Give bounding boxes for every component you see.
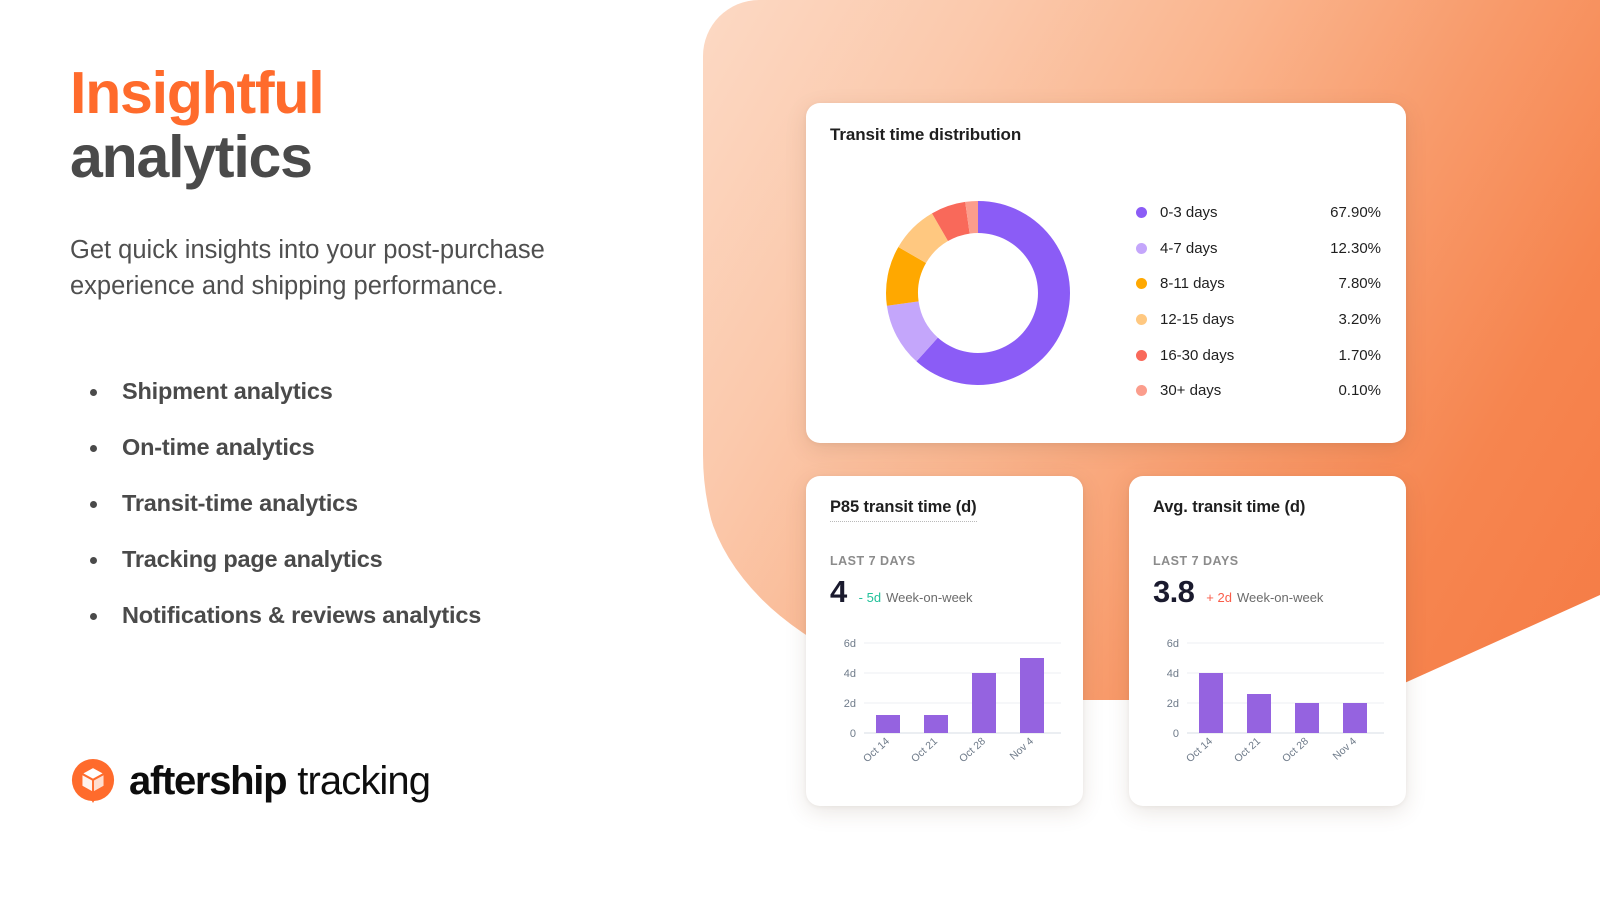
legend-value: 7.80% bbox=[1338, 275, 1381, 293]
kpi-delta-note-avg: Week-on-week bbox=[1236, 590, 1324, 605]
x-axis-tick-labels: Oct 14 Oct 21 Oct 28 Nov 4 bbox=[861, 735, 1036, 765]
avg-bar-chart: 6d 4d 2d 0 Oct 14 Oct 21 Oct 28 Nov 4 bbox=[1147, 636, 1388, 786]
kpi-row-avg: 3.8 + 2d Week-on-week bbox=[1153, 574, 1323, 610]
legend-color-dot bbox=[1136, 349, 1147, 361]
p85-bar-chart-svg: 6d 4d 2d 0 Oct 14 Oct 21 Oct 28 Nov 4 bbox=[844, 638, 1061, 765]
y-axis-tick-labels: 6d 4d 2d 0 bbox=[844, 638, 856, 740]
legend-value: 67.90% bbox=[1330, 204, 1381, 222]
bar-oct-28[interactable] bbox=[1295, 703, 1319, 733]
kpi-delta-note-p85: Week-on-week bbox=[886, 590, 973, 605]
legend-color-dot bbox=[1136, 314, 1147, 326]
svg-text:Oct 14: Oct 14 bbox=[861, 735, 892, 765]
svg-text:4d: 4d bbox=[1167, 668, 1179, 680]
legend-color-dot bbox=[1136, 385, 1147, 397]
list-item: Transit-time analytics bbox=[82, 490, 642, 517]
aftership-logo: aftership tracking bbox=[70, 758, 431, 804]
legend-item-0-3-days[interactable]: 0-3 days 67.90% bbox=[1136, 195, 1381, 231]
kpi-value-p85: 4 bbox=[830, 574, 847, 609]
list-item: On-time analytics bbox=[82, 434, 642, 461]
list-item: Tracking page analytics bbox=[82, 546, 642, 573]
kpi-value-avg: 3.8 bbox=[1153, 574, 1195, 609]
headline-line-1: Insightful bbox=[70, 60, 325, 126]
list-item: Shipment analytics bbox=[82, 378, 642, 405]
svg-text:6d: 6d bbox=[1167, 638, 1179, 650]
legend-item-30-plus-days[interactable]: 30+ days 0.10% bbox=[1136, 373, 1381, 409]
legend-label: 12-15 days bbox=[1160, 311, 1235, 329]
logo-brand-text: aftership bbox=[129, 758, 288, 803]
svg-text:Oct 28: Oct 28 bbox=[957, 735, 988, 765]
legend-value: 3.20% bbox=[1338, 311, 1381, 329]
avg-bar-chart-svg: 6d 4d 2d 0 Oct 14 Oct 21 Oct 28 Nov 4 bbox=[1167, 638, 1384, 765]
svg-text:0: 0 bbox=[1173, 728, 1179, 740]
bar-oct-14[interactable] bbox=[876, 715, 900, 733]
donut-legend: 0-3 days 67.90% 4-7 days 12.30% 8-11 day… bbox=[1136, 195, 1381, 409]
legend-item-12-15-days[interactable]: 12-15 days 3.20% bbox=[1136, 302, 1381, 338]
bar-nov-4[interactable] bbox=[1020, 658, 1044, 733]
y-axis-tick-labels: 6d 4d 2d 0 bbox=[1167, 638, 1179, 740]
legend-color-dot bbox=[1136, 278, 1147, 290]
kpi-delta-avg: + 2d bbox=[1206, 590, 1232, 605]
donut-chart-svg bbox=[886, 201, 1070, 385]
legend-color-dot bbox=[1136, 207, 1147, 219]
legend-label: 30+ days bbox=[1160, 382, 1222, 400]
legend-label: 4-7 days bbox=[1160, 239, 1218, 257]
hero-subcopy: Get quick insights into your post-purcha… bbox=[70, 236, 545, 301]
legend-label: 16-30 days bbox=[1160, 346, 1235, 364]
donut-chart bbox=[878, 193, 1078, 393]
bars bbox=[876, 658, 1044, 733]
card-title-avg: Avg. transit time (d) bbox=[1153, 498, 1306, 516]
svg-text:Oct 21: Oct 21 bbox=[909, 735, 940, 765]
legend-item-8-11-days[interactable]: 8-11 days 7.80% bbox=[1136, 266, 1381, 302]
svg-text:4d: 4d bbox=[844, 668, 856, 680]
avg-transit-time-card: Avg. transit time (d) LAST 7 DAYS 3.8 + … bbox=[1129, 476, 1406, 806]
legend-item-4-7-days[interactable]: 4-7 days 12.30% bbox=[1136, 231, 1381, 267]
transit-time-distribution-card: Transit time distribution 0-3 days 67.90… bbox=[806, 103, 1406, 443]
svg-text:6d: 6d bbox=[844, 638, 856, 650]
svg-text:Nov 4: Nov 4 bbox=[1008, 735, 1037, 762]
headline-line-2: analytics bbox=[70, 123, 313, 190]
legend-value: 12.30% bbox=[1330, 239, 1381, 257]
svg-text:Oct 28: Oct 28 bbox=[1280, 735, 1311, 765]
svg-text:Oct 21: Oct 21 bbox=[1232, 735, 1263, 765]
p85-transit-time-card: P85 transit time (d) LAST 7 DAYS 4 - 5d … bbox=[806, 476, 1083, 806]
p85-bar-chart: 6d 4d 2d 0 Oct 14 Oct 21 Oct 28 Nov 4 bbox=[824, 636, 1065, 786]
page-title: Insightful analytics bbox=[70, 60, 325, 190]
legend-label: 8-11 days bbox=[1160, 275, 1225, 293]
list-item: Notifications & reviews analytics bbox=[82, 602, 642, 629]
legend-label: 0-3 days bbox=[1160, 204, 1218, 222]
kpi-row-p85: 4 - 5d Week-on-week bbox=[830, 574, 973, 610]
aftership-box-pin-icon bbox=[71, 758, 115, 804]
legend-color-dot bbox=[1136, 242, 1147, 254]
hero-left-column: Insightful analytics Get quick insights … bbox=[0, 0, 700, 900]
svg-text:Nov 4: Nov 4 bbox=[1331, 735, 1360, 762]
kpi-delta-p85: - 5d bbox=[858, 590, 882, 605]
bar-nov-4[interactable] bbox=[1343, 703, 1367, 733]
svg-text:Oct 14: Oct 14 bbox=[1184, 735, 1215, 765]
legend-value: 0.10% bbox=[1338, 382, 1381, 400]
svg-text:2d: 2d bbox=[1167, 698, 1179, 710]
feature-list: Shipment analytics On-time analytics Tra… bbox=[82, 378, 642, 658]
logo-wordmark: aftership tracking bbox=[129, 758, 431, 804]
legend-value: 1.70% bbox=[1338, 346, 1381, 364]
kpi-period-label-p85: LAST 7 DAYS bbox=[830, 554, 916, 568]
svg-text:2d: 2d bbox=[844, 698, 856, 710]
kpi-period-label-avg: LAST 7 DAYS bbox=[1153, 554, 1239, 568]
bar-oct-21[interactable] bbox=[924, 715, 948, 733]
promo-page: Insightful analytics Get quick insights … bbox=[0, 0, 1600, 900]
legend-item-16-30-days[interactable]: 16-30 days 1.70% bbox=[1136, 337, 1381, 373]
card-title-p85[interactable]: P85 transit time (d) bbox=[830, 498, 977, 522]
svg-text:0: 0 bbox=[850, 728, 856, 740]
bar-oct-21[interactable] bbox=[1247, 694, 1271, 733]
x-axis-tick-labels: Oct 14 Oct 21 Oct 28 Nov 4 bbox=[1184, 735, 1359, 765]
bar-oct-28[interactable] bbox=[972, 673, 996, 733]
logo-product-text: tracking bbox=[297, 758, 431, 803]
card-title-donut: Transit time distribution bbox=[830, 125, 1022, 144]
bar-oct-14[interactable] bbox=[1199, 673, 1223, 733]
